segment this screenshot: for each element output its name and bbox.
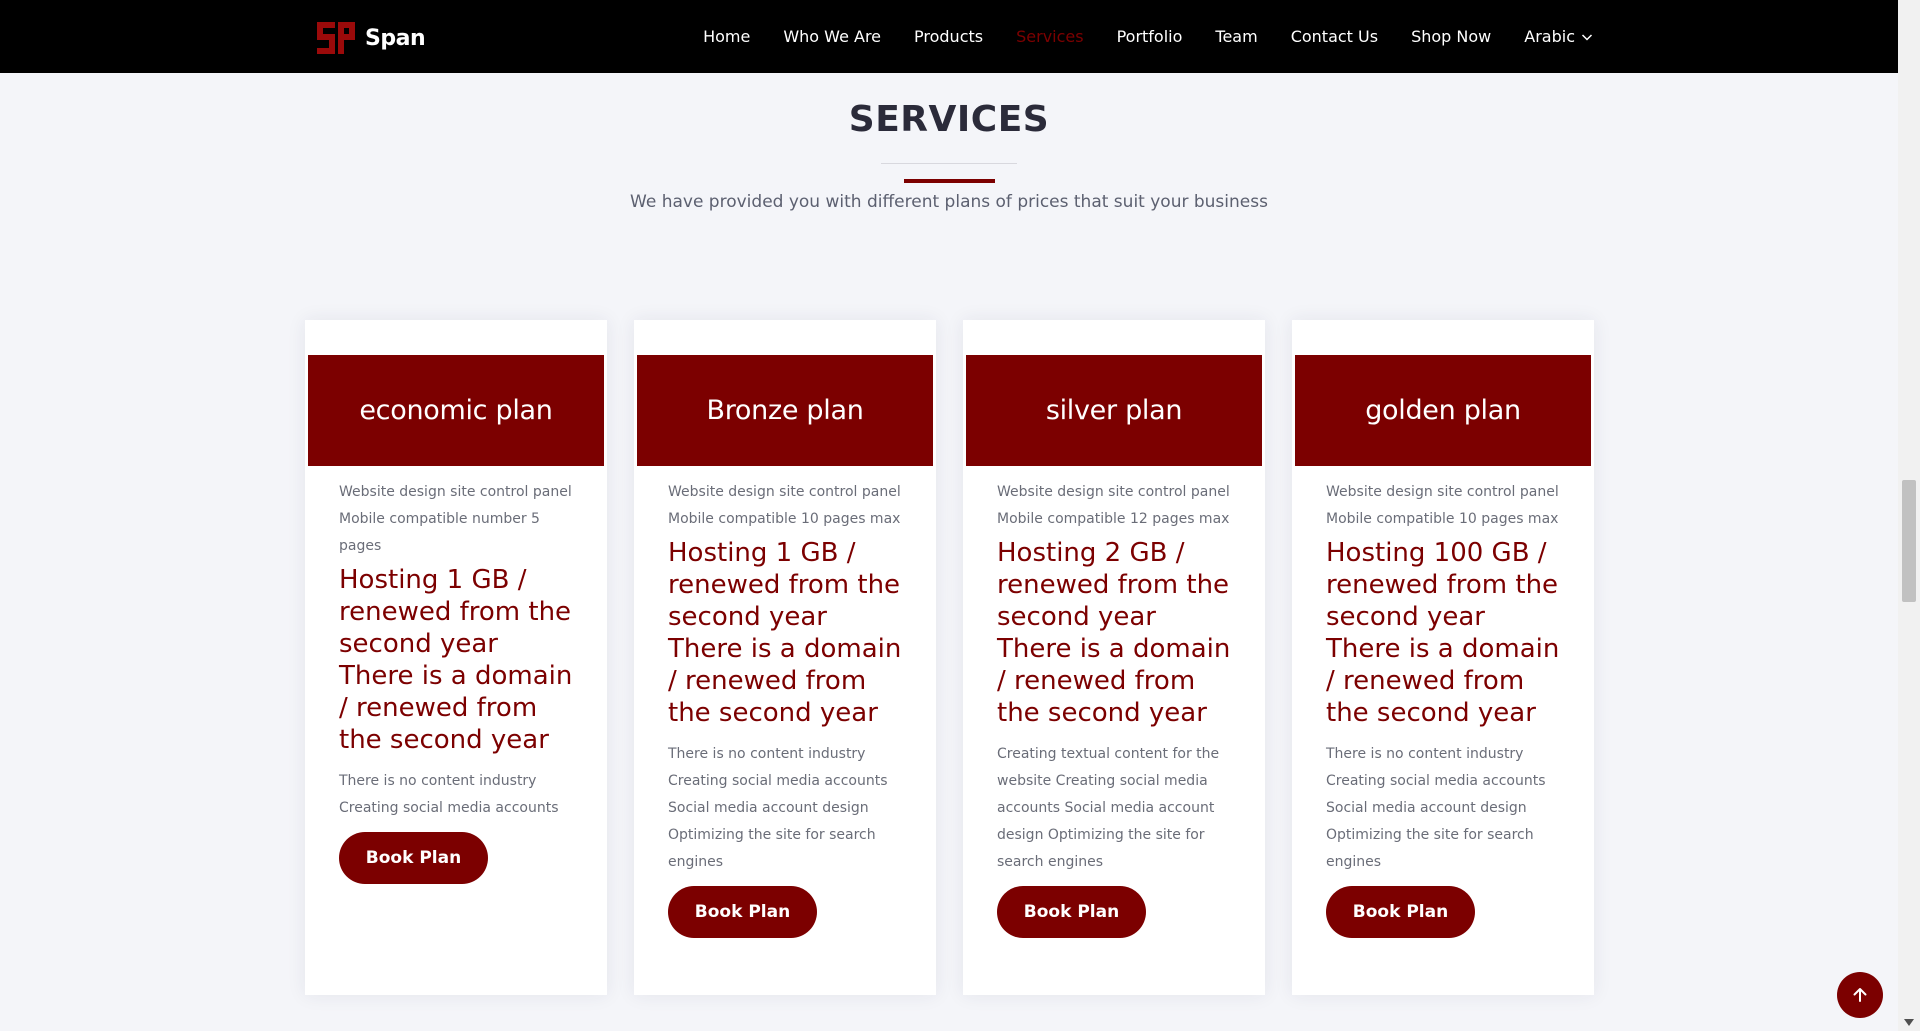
- back-to-top-button[interactable]: [1837, 972, 1883, 1018]
- book-plan-button[interactable]: Book Plan: [997, 886, 1146, 938]
- title-accent-bar: [904, 179, 995, 183]
- nav-team[interactable]: Team: [1215, 27, 1257, 46]
- section-title: SERVICES: [848, 99, 1050, 140]
- plan-card-economic: economic plan Website design site contro…: [305, 320, 607, 995]
- plans-grid: economic plan Website design site contro…: [305, 320, 1594, 995]
- plan-feature: Website design site control panel: [997, 484, 1230, 500]
- plan-card-silver: silver plan Website design site control …: [963, 320, 1265, 995]
- plan-name: economic plan: [308, 355, 604, 466]
- top-navbar: Span Home Who We Are Products Services P…: [0, 0, 1898, 73]
- plan-features: Website design site control panel Mobile…: [997, 479, 1237, 938]
- nav-contact-us[interactable]: Contact Us: [1291, 27, 1378, 46]
- section-subtitle: We have provided you with different plan…: [630, 192, 1268, 212]
- plan-highlight: Hosting 1 GB / renewed from the second y…: [668, 538, 902, 728]
- plan-feature: Website design site control panel: [668, 484, 901, 500]
- plan-feature-extra: There is no content industry Creating so…: [1326, 746, 1546, 870]
- plan-features: Website design site control panel Mobile…: [1326, 479, 1566, 938]
- nav-who-we-are[interactable]: Who We Are: [783, 27, 881, 46]
- book-plan-button[interactable]: Book Plan: [1326, 886, 1475, 938]
- brand[interactable]: Span: [313, 18, 426, 58]
- plan-name: golden plan: [1295, 355, 1591, 466]
- book-plan-button[interactable]: Book Plan: [668, 886, 817, 938]
- plan-features: Website design site control panel Mobile…: [668, 479, 908, 938]
- plan-feature: Mobile compatible 12 pages max: [997, 511, 1230, 527]
- brand-name: Span: [365, 25, 426, 51]
- plan-feature-extra: There is no content industry Creating so…: [668, 746, 888, 870]
- nav-shop-now[interactable]: Shop Now: [1411, 27, 1491, 46]
- nav-portfolio[interactable]: Portfolio: [1117, 27, 1183, 46]
- scroll-down-arrow-icon[interactable]: [1904, 1019, 1914, 1027]
- plan-name: silver plan: [966, 355, 1262, 466]
- arrow-up-icon: [1853, 988, 1867, 1002]
- nav-home[interactable]: Home: [703, 27, 750, 46]
- plan-feature: Mobile compatible 10 pages max: [668, 511, 901, 527]
- plan-name: Bronze plan: [637, 355, 933, 466]
- plan-feature-extra: Creating textual content for the website…: [997, 746, 1220, 870]
- title-divider: [881, 163, 1017, 164]
- chevron-down-icon: [1581, 33, 1593, 41]
- nav-language-dropdown[interactable]: Arabic: [1524, 27, 1593, 46]
- plan-feature: Mobile compatible 10 pages max: [1326, 511, 1559, 527]
- nav-products[interactable]: Products: [914, 27, 983, 46]
- page-scrollbar[interactable]: [1898, 0, 1920, 1031]
- plan-card-golden: golden plan Website design site control …: [1292, 320, 1594, 995]
- sp-logo-icon: [317, 22, 355, 54]
- main-nav: Home Who We Are Products Services Portfo…: [670, 0, 1593, 73]
- plan-features: Website design site control panel Mobile…: [339, 479, 579, 884]
- scrollbar-thumb[interactable]: [1902, 480, 1916, 602]
- plan-feature-extra: There is no content industry Creating so…: [339, 773, 559, 816]
- plan-feature: Mobile compatible number 5 pages: [339, 511, 540, 554]
- plan-card-bronze: Bronze plan Website design site control …: [634, 320, 936, 995]
- plan-highlight: Hosting 100 GB / renewed from the second…: [1326, 538, 1560, 728]
- plan-feature: Website design site control panel: [1326, 484, 1559, 500]
- plan-feature: Website design site control panel: [339, 484, 572, 500]
- nav-services[interactable]: Services: [1016, 27, 1083, 46]
- plan-highlight: Hosting 2 GB / renewed from the second y…: [997, 538, 1231, 728]
- nav-language-label: Arabic: [1524, 27, 1575, 46]
- plan-highlight: Hosting 1 GB / renewed from the second y…: [339, 565, 573, 755]
- book-plan-button[interactable]: Book Plan: [339, 832, 488, 884]
